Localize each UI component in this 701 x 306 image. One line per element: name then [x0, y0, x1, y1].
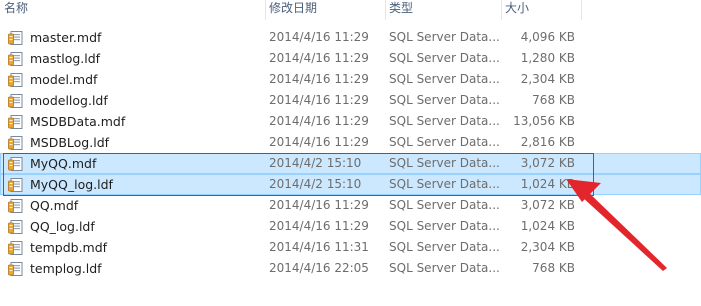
sql-data-file-icon: [8, 157, 23, 171]
file-type: SQL Server Data...: [389, 114, 500, 128]
column-header-name-label: 名称: [4, 1, 29, 15]
column-divider[interactable]: [581, 0, 582, 20]
file-name: tempdb.mdf: [30, 240, 108, 255]
file-type: SQL Server Data...: [389, 177, 500, 191]
file-size: 1,024 KB: [520, 219, 575, 233]
file-type: SQL Server Data...: [389, 261, 500, 275]
file-name: master.mdf: [30, 30, 102, 45]
sql-data-file-icon: [8, 178, 23, 192]
file-modified-date: 2014/4/2 15:10: [269, 177, 362, 191]
file-row[interactable]: master.mdf 2014/4/16 11:29 SQL Server Data…: [0, 27, 701, 48]
file-modified-date: 2014/4/16 11:31: [269, 240, 369, 254]
file-row[interactable]: MSDBLog.ldf 2014/4/16 11:29 SQL Server Dat…: [0, 132, 701, 153]
sql-data-file-icon: [8, 73, 23, 87]
file-row[interactable]: tempdb.mdf 2014/4/16 11:31 SQL Server Data…: [0, 237, 701, 258]
file-modified-date: 2014/4/16 11:29: [269, 93, 369, 107]
file-name: MyQQ_log.ldf: [30, 177, 113, 192]
file-row[interactable]: model.mdf 2014/4/16 11:29 SQL Server Data.…: [0, 69, 701, 90]
file-size: 2,304 KB: [520, 72, 575, 86]
file-type: SQL Server Data...: [389, 51, 500, 65]
file-type: SQL Server Data...: [389, 240, 500, 254]
file-row[interactable]: modellog.ldf 2014/4/16 11:29 SQL Server Da…: [0, 90, 701, 111]
file-modified-date: 2014/4/16 11:29: [269, 72, 369, 86]
column-header-type[interactable]: 类型: [385, 0, 501, 20]
column-header-date-label: 修改日期: [269, 1, 318, 15]
file-list: master.mdf 2014/4/16 11:29 SQL Server Data…: [0, 27, 701, 279]
sql-data-file-icon: [8, 262, 23, 276]
file-row[interactable]: MyQQ.mdf 2014/4/2 15:10 SQL Server Data...…: [0, 153, 701, 174]
file-name: templog.ldf: [30, 261, 102, 276]
file-size: 1,280 KB: [520, 51, 575, 65]
file-modified-date: 2014/4/16 11:29: [269, 114, 369, 128]
file-name: MyQQ.mdf: [30, 156, 97, 171]
sql-data-file-icon: [8, 199, 23, 213]
file-name: MSDBLog.ldf: [30, 135, 110, 150]
file-type: SQL Server Data...: [389, 93, 500, 107]
file-row[interactable]: mastlog.ldf 2014/4/16 11:29 SQL Server Dat…: [0, 48, 701, 69]
column-header-size[interactable]: 大小: [501, 0, 581, 20]
sql-data-file-icon: [8, 115, 23, 129]
file-name: mastlog.ldf: [30, 51, 101, 66]
file-type: SQL Server Data...: [389, 219, 500, 233]
column-header-size-label: 大小: [505, 1, 530, 15]
file-modified-date: 2014/4/16 11:29: [269, 219, 369, 233]
file-modified-date: 2014/4/16 11:29: [269, 198, 369, 212]
sql-data-file-icon: [8, 31, 23, 45]
file-name: model.mdf: [30, 72, 98, 87]
sql-data-file-icon: [8, 220, 23, 234]
sql-data-file-icon: [8, 94, 23, 108]
file-type: SQL Server Data...: [389, 156, 500, 170]
file-type: SQL Server Data...: [389, 135, 500, 149]
file-size: 768 KB: [532, 93, 575, 107]
sql-data-file-icon: [8, 241, 23, 255]
file-row[interactable]: MyQQ_log.ldf 2014/4/2 15:10 SQL Server Dat…: [0, 174, 701, 195]
file-modified-date: 2014/4/16 22:05: [269, 261, 369, 275]
file-row[interactable]: MSDBData.mdf 2014/4/16 11:29 SQL Server Da…: [0, 111, 701, 132]
file-modified-date: 2014/4/16 11:29: [269, 30, 369, 44]
file-modified-date: 2014/4/16 11:29: [269, 51, 369, 65]
column-header-name[interactable]: 名称: [0, 0, 265, 20]
column-header-type-label: 类型: [389, 1, 414, 15]
file-size: 4,096 KB: [520, 30, 575, 44]
file-row[interactable]: templog.ldf 2014/4/16 22:05 SQL Server Dat…: [0, 258, 701, 279]
file-name: modellog.ldf: [30, 93, 108, 108]
file-row[interactable]: QQ_log.ldf 2014/4/16 11:29 SQL Server Data…: [0, 216, 701, 237]
file-size: 2,304 KB: [520, 240, 575, 254]
file-size: 768 KB: [532, 261, 575, 275]
file-type: SQL Server Data...: [389, 30, 500, 44]
file-row[interactable]: QQ.mdf 2014/4/16 11:29 SQL Server Data... 3…: [0, 195, 701, 216]
sql-data-file-icon: [8, 136, 23, 150]
file-name: QQ.mdf: [30, 198, 79, 213]
file-size: 2,816 KB: [520, 135, 575, 149]
file-size: 1,024 KB: [520, 177, 575, 191]
file-modified-date: 2014/4/16 11:29: [269, 135, 369, 149]
file-size: 3,072 KB: [520, 156, 575, 170]
file-modified-date: 2014/4/2 15:10: [269, 156, 362, 170]
file-type: SQL Server Data...: [389, 72, 500, 86]
file-type: SQL Server Data...: [389, 198, 500, 212]
file-name: MSDBData.mdf: [30, 114, 126, 129]
column-header-bar: 名称 修改日期 类型 大小: [0, 0, 701, 20]
sql-data-file-icon: [8, 52, 23, 66]
file-name: QQ_log.ldf: [30, 219, 95, 234]
column-header-date[interactable]: 修改日期: [265, 0, 385, 20]
file-size: 13,056 KB: [513, 114, 575, 128]
file-size: 3,072 KB: [520, 198, 575, 212]
